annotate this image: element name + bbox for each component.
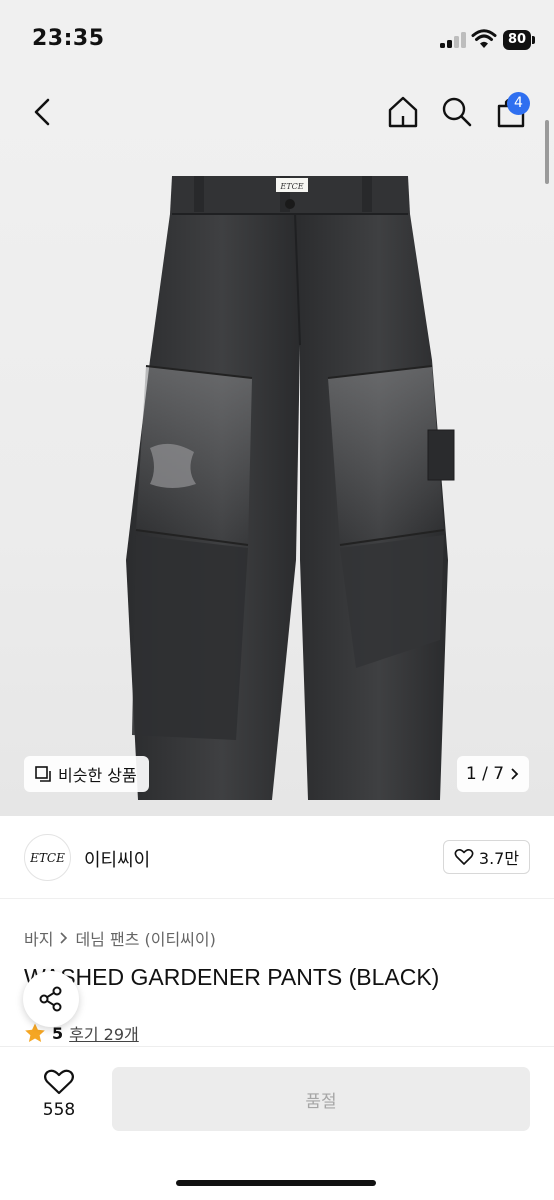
share-icon <box>39 986 62 1012</box>
wishlist-button[interactable]: 558 <box>34 1068 84 1128</box>
gallery-pager[interactable]: 1 / 7 <box>457 756 529 792</box>
brand-logo[interactable]: ETCE <box>24 834 71 881</box>
status-bar: 23:35 80 <box>0 0 554 82</box>
battery-icon: 80 <box>503 30 531 50</box>
product-image-gallery[interactable]: ETCE <box>0 82 554 816</box>
home-icon[interactable] <box>386 94 420 130</box>
product-label-text: ETCE <box>279 182 303 191</box>
sold-out-button[interactable]: 품절 <box>112 1067 530 1131</box>
heart-icon <box>44 1069 74 1095</box>
chevron-right-icon <box>511 768 519 780</box>
cart-count-badge: 4 <box>507 92 530 115</box>
breadcrumb: 바지 데님 팬츠 (이티씨이) <box>24 926 216 950</box>
battery-tip <box>532 36 535 44</box>
copy-icon <box>35 766 51 782</box>
search-icon[interactable] <box>440 94 474 130</box>
heart-icon <box>454 849 474 865</box>
status-time: 23:35 <box>32 26 105 51</box>
review-count-link[interactable]: 후기 29개 <box>69 1021 139 1045</box>
breadcrumb-item[interactable]: 바지 <box>24 926 53 950</box>
brand-like-count: 3.7만 <box>478 849 520 868</box>
brand-like-button[interactable]: 3.7만 <box>443 840 530 874</box>
wishlist-count: 558 <box>42 1100 76 1120</box>
brand-name[interactable]: 이티씨이 <box>84 846 150 872</box>
cellular-signal-icon <box>440 32 466 48</box>
back-arrow-icon[interactable] <box>28 94 56 130</box>
product-image: ETCE <box>126 176 455 800</box>
divider <box>0 898 554 899</box>
wifi-icon <box>471 29 497 48</box>
home-indicator <box>176 1180 376 1186</box>
similar-products-label: 비슷한 상품 <box>58 766 137 785</box>
similar-products-button[interactable]: 비슷한 상품 <box>24 756 149 792</box>
share-button[interactable] <box>23 971 79 1027</box>
pager-text: 1 / 7 <box>465 764 505 784</box>
scroll-indicator[interactable] <box>545 120 549 184</box>
product-title: WASHED GARDENER PANTS (BLACK) <box>24 964 440 990</box>
chevron-right-icon <box>60 932 68 944</box>
breadcrumb-item[interactable]: 데님 팬츠 (이티씨이) <box>75 926 215 950</box>
